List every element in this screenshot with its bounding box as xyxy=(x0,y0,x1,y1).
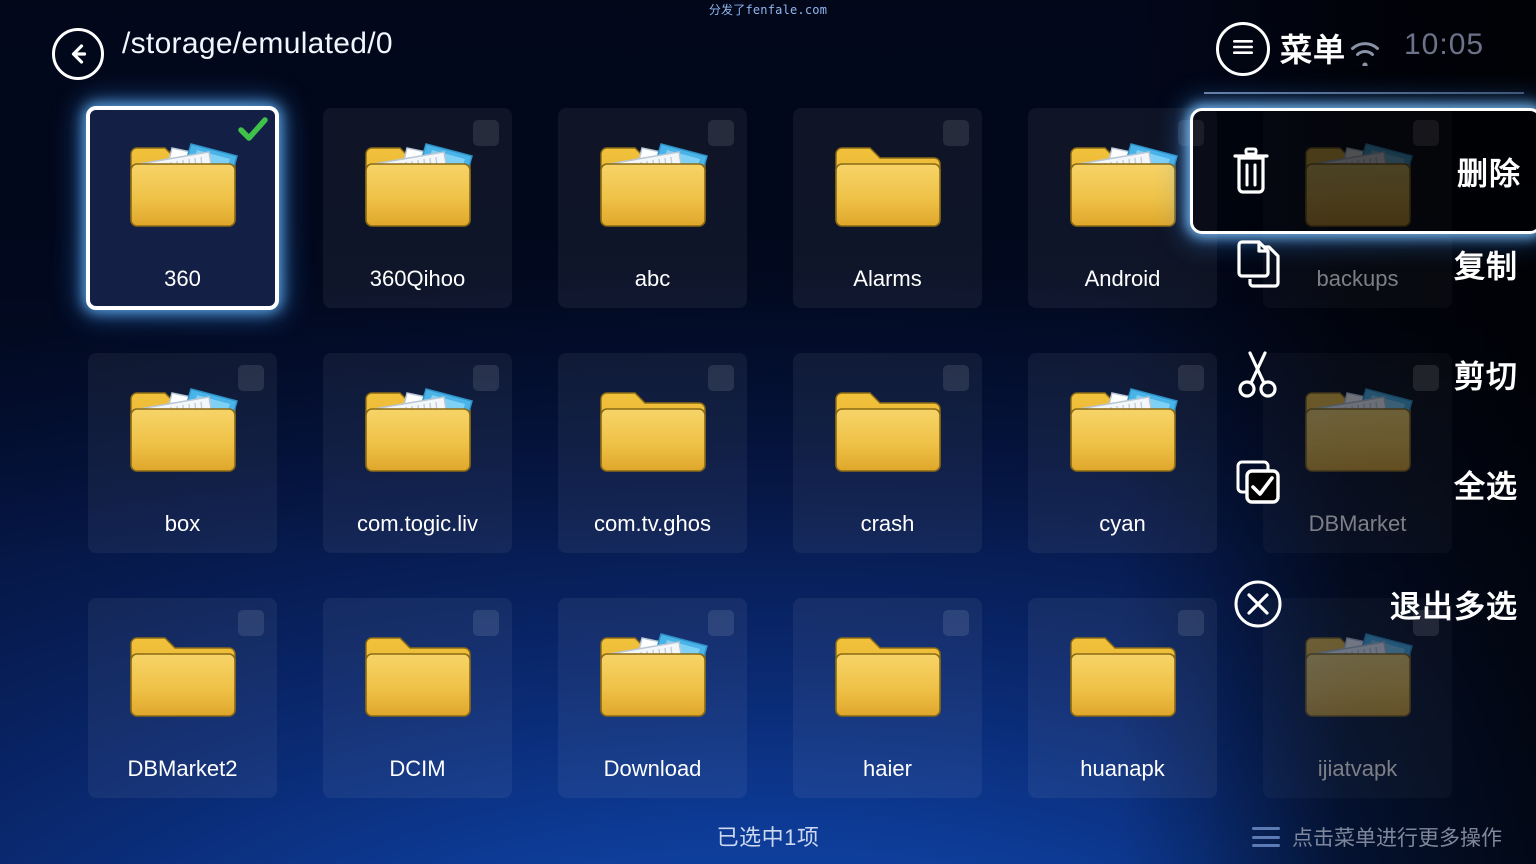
folder-with-files-icon xyxy=(117,375,249,487)
folder-tile-label: com.togic.liv xyxy=(356,511,479,536)
context-menu-panel: 删除 复制 剪切 全选 退出多选 xyxy=(1190,96,1536,736)
folder-tile[interactable]: crash xyxy=(793,353,982,553)
folder-tile-label: box xyxy=(164,511,201,536)
folder-tile-label: crash xyxy=(860,511,915,536)
folder-tile-label: Alarms xyxy=(853,266,922,291)
folder-empty-icon xyxy=(822,375,954,487)
folder-tile[interactable]: Alarms xyxy=(793,108,982,308)
watermark-text: 分发了fenfale.com xyxy=(708,3,828,17)
folder-empty-icon xyxy=(352,620,484,732)
folder-tile[interactable]: Android xyxy=(1028,108,1217,308)
folder-tile-label: haier xyxy=(863,756,912,781)
folder-with-files-icon xyxy=(352,375,484,487)
folder-tile[interactable]: cyan xyxy=(1028,353,1217,553)
folder-tile-label: cyan xyxy=(1099,511,1146,536)
folder-with-files-icon xyxy=(587,620,719,732)
menu-item-3[interactable]: 剪切 xyxy=(1200,326,1536,422)
folder-with-files-icon xyxy=(352,130,484,242)
footer-hint-text: 点击菜单进行更多操作 xyxy=(1292,827,1502,850)
folder-tile[interactable]: com.tv.ghos xyxy=(558,353,747,553)
folder-tile-label: 360 xyxy=(164,266,201,291)
folder-empty-icon xyxy=(587,375,719,487)
folder-tile[interactable]: haier xyxy=(793,598,982,798)
folder-with-files-icon xyxy=(587,130,719,242)
file-manager-screen: 分发了fenfale.com /storage/emulated/0 菜单 10… xyxy=(0,0,1536,864)
menu-label[interactable]: 菜单 xyxy=(1280,25,1346,71)
breadcrumb-path: /storage/emulated/0 xyxy=(122,27,393,60)
folder-tile[interactable]: 360 xyxy=(86,106,279,310)
folder-with-files-icon xyxy=(1057,130,1189,242)
folder-tile[interactable]: box xyxy=(88,353,277,553)
back-button[interactable] xyxy=(52,28,104,80)
menu-item-2[interactable]: 复制 xyxy=(1200,216,1536,312)
folder-tile[interactable]: huanapk xyxy=(1028,598,1217,798)
back-arrow-icon xyxy=(65,41,91,67)
folder-empty-icon xyxy=(117,620,249,732)
menu-item-label: 复制 xyxy=(1454,249,1518,285)
folder-empty-icon xyxy=(1057,620,1189,732)
folder-tile-label: abc xyxy=(634,266,671,291)
folder-tile-label: DCIM xyxy=(389,756,446,781)
header-divider xyxy=(1204,92,1524,94)
folder-with-files-icon xyxy=(117,130,249,242)
menu-item-label: 全选 xyxy=(1454,469,1518,505)
menu-item-5[interactable]: 退出多选 xyxy=(1200,556,1536,652)
folder-tile-label: 360Qihoo xyxy=(369,266,466,291)
folder-tile-label: Android xyxy=(1084,266,1161,291)
menu-item-label: 退出多选 xyxy=(1390,589,1518,625)
wifi-icon xyxy=(1348,40,1382,68)
menu-item-4[interactable]: 全选 xyxy=(1200,436,1536,532)
status-clock: 10:05 xyxy=(1404,28,1485,61)
menu-item-label: 剪切 xyxy=(1454,359,1518,395)
folder-tile-label: huanapk xyxy=(1080,756,1165,781)
folder-tile-label: DBMarket2 xyxy=(127,756,238,781)
folder-tile[interactable]: abc xyxy=(558,108,747,308)
folder-tile[interactable]: com.togic.liv xyxy=(323,353,512,553)
folder-tile[interactable]: 360Qihoo xyxy=(323,108,512,308)
folder-tile-label: ijiatvapk xyxy=(1317,756,1398,781)
footer-bar: 已选中1项 点击菜单进行更多操作 xyxy=(0,808,1536,864)
folder-tile[interactable]: DBMarket2 xyxy=(88,598,277,798)
folder-empty-icon xyxy=(822,130,954,242)
hamburger-menu-icon xyxy=(1252,827,1280,847)
copy-icon xyxy=(1230,236,1286,292)
folder-with-files-icon xyxy=(1057,375,1189,487)
scissors-icon xyxy=(1230,346,1286,402)
close-circle-icon xyxy=(1230,576,1286,632)
folder-tile[interactable]: Download xyxy=(558,598,747,798)
hamburger-menu-icon xyxy=(1230,37,1256,62)
select-all-icon xyxy=(1230,456,1286,512)
trash-icon xyxy=(1223,143,1279,199)
footer-hint: 点击菜单进行更多操作 xyxy=(1252,822,1502,852)
folder-tile-label: com.tv.ghos xyxy=(594,511,711,536)
folder-tile-label: Download xyxy=(603,756,702,781)
menu-button[interactable] xyxy=(1216,22,1270,76)
folder-tile[interactable]: DCIM xyxy=(323,598,512,798)
menu-item-label: 删除 xyxy=(1457,156,1521,192)
folder-empty-icon xyxy=(822,620,954,732)
